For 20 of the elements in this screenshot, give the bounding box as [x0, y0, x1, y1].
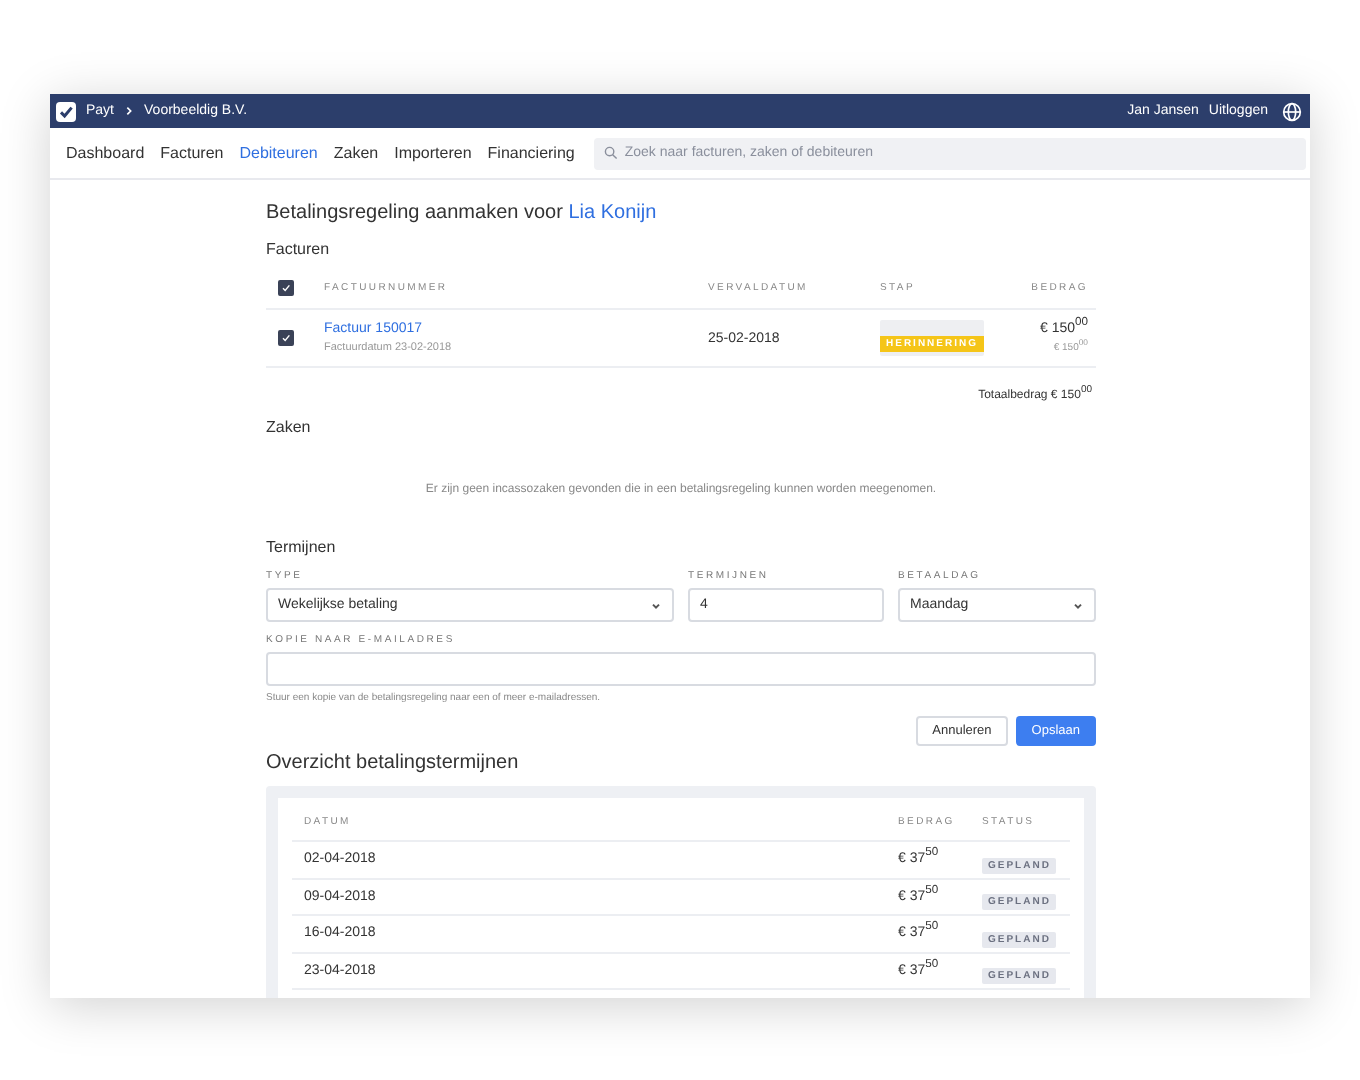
caret-icon	[650, 599, 662, 611]
nav-tab[interactable]: Financiering	[487, 144, 575, 162]
nav-tab[interactable]: Importeren	[394, 144, 472, 162]
nav-tab[interactable]: Dashboard	[66, 144, 145, 162]
nav-tab[interactable]: Debiteuren	[239, 144, 318, 162]
section-heading: Zaken	[266, 418, 313, 436]
chevron-right-icon	[124, 106, 135, 116]
section-heading: Overzicht betalingstermijnen	[266, 752, 521, 774]
nav-tab[interactable]: Facturen	[160, 144, 224, 162]
email-field[interactable]	[266, 652, 1096, 686]
nav-tab[interactable]: Zaken	[333, 144, 379, 162]
caret-icon	[1072, 599, 1084, 611]
checkmark-logo-icon	[56, 101, 76, 121]
select-all-checkbox[interactable]	[278, 279, 294, 295]
customer-link[interactable]: Lia Konijn	[568, 202, 657, 224]
row-checkbox[interactable]	[278, 330, 294, 346]
page-title: Betalingsregeling aanmaken voor Lia Konijn	[266, 202, 659, 224]
section-heading: Facturen	[266, 240, 332, 258]
globe-icon[interactable]	[1282, 101, 1302, 121]
section-heading: Termijnen	[266, 538, 338, 556]
